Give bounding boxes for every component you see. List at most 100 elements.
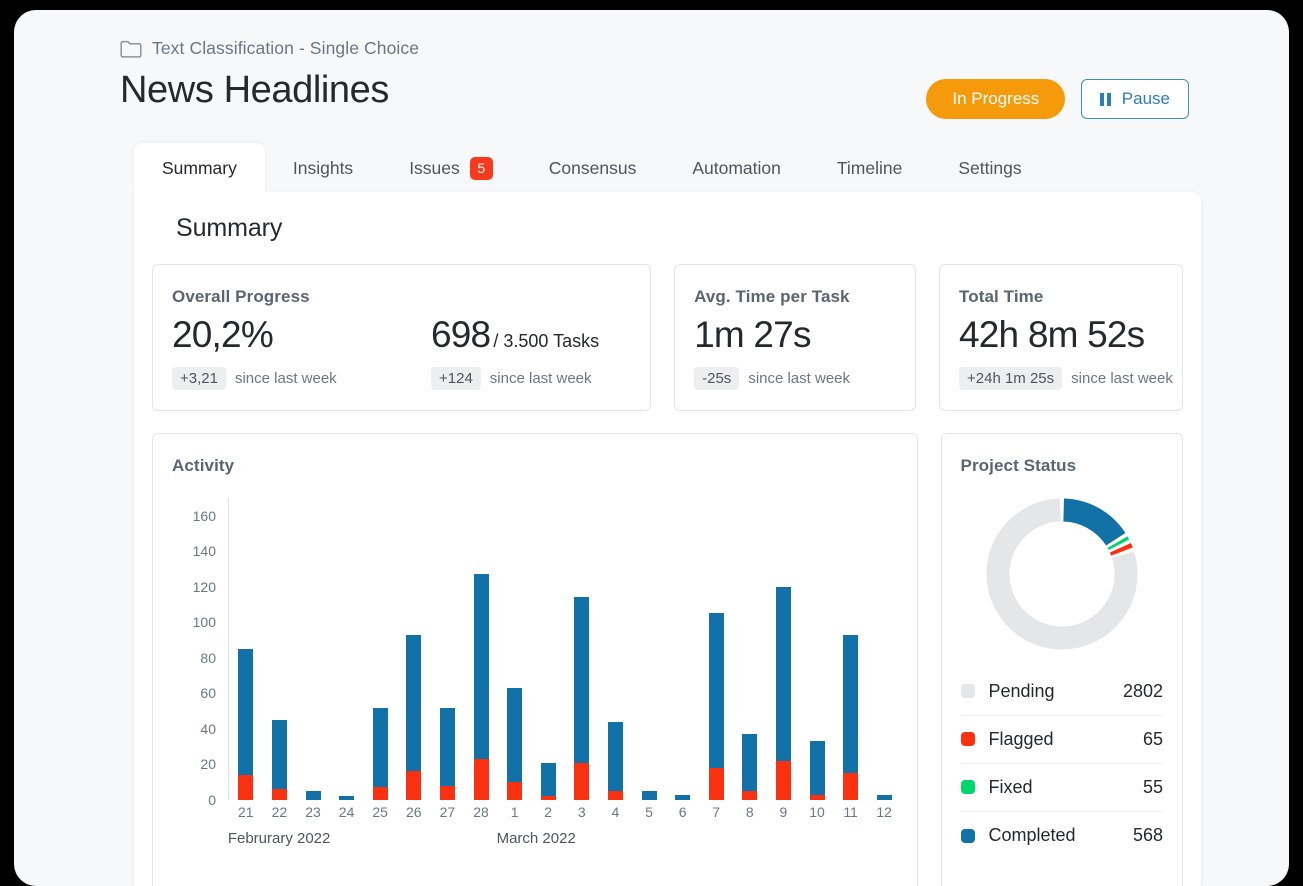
bar-column[interactable] — [530, 762, 566, 800]
legend-item[interactable]: Flagged 65 — [960, 716, 1163, 764]
y-axis-tick: 0 — [208, 791, 216, 808]
legend-label: Fixed — [988, 776, 1033, 797]
bar-segment-completed — [574, 597, 590, 763]
bar-segment-flagged — [406, 771, 422, 800]
bar-column[interactable] — [261, 719, 297, 800]
page-header: Text Classification - Single Choice News… — [14, 10, 1289, 119]
x-axis-tick: 11 — [843, 803, 858, 820]
tab-settings[interactable]: Settings — [930, 143, 1049, 193]
legend-item[interactable]: Completed 568 — [960, 812, 1163, 860]
bar-segment-flagged — [708, 767, 724, 800]
stat-metrics: 20,2% +3,21 since last week 698 / 3.500 … — [172, 314, 628, 390]
stat-card-total-time: Total Time 42h 8m 52s +24h 1m 25s since … — [939, 264, 1183, 411]
tab-label: Consensus — [548, 157, 637, 178]
bar-column[interactable] — [396, 634, 432, 800]
app-window: Text Classification - Single Choice News… — [14, 10, 1289, 886]
x-axis-tick: 25 — [372, 803, 388, 820]
bar-column[interactable] — [228, 648, 264, 800]
bar-column[interactable] — [329, 796, 365, 800]
tab-consensus[interactable]: Consensus — [521, 143, 665, 193]
folder-icon — [120, 39, 142, 58]
tab-label: Summary — [162, 157, 237, 178]
bar-column[interactable] — [698, 613, 734, 800]
bar-column[interactable] — [497, 688, 533, 800]
metric-delta-note: since last week — [489, 369, 592, 387]
x-axis-tick: 22 — [271, 803, 288, 820]
tab-label: Insights — [292, 157, 354, 178]
metric-delta-note: since last week — [1071, 369, 1173, 387]
y-axis-tick: 20 — [200, 756, 216, 773]
stat-card-avg-time-per-task: Avg. Time per Task 1m 27s -25s since las… — [674, 264, 916, 411]
tab-label: Settings — [958, 157, 1022, 178]
bar-segment-completed — [339, 796, 355, 800]
bar-segment-completed — [271, 719, 287, 790]
legend-label: Flagged — [988, 728, 1054, 749]
bar-segment-flagged — [238, 775, 254, 800]
pause-button[interactable]: Pause — [1081, 79, 1189, 119]
metric-delta: +24h 1m 25s — [959, 366, 1063, 390]
x-axis-tick: 26 — [406, 803, 422, 820]
bar-segment-flagged — [507, 782, 523, 800]
donut-segment-fixed[interactable] — [1107, 536, 1129, 550]
bar-segment-completed — [507, 688, 523, 783]
header-actions: In Progress Pause — [926, 69, 1189, 119]
bar-column[interactable] — [362, 707, 398, 800]
tab-summary[interactable]: Summary — [134, 143, 265, 193]
bar-column[interactable] — [732, 734, 768, 800]
legend-value: 65 — [1142, 728, 1163, 749]
legend-item[interactable]: Pending 2802 — [960, 668, 1163, 716]
legend-label: Completed — [988, 825, 1076, 846]
title-row: News Headlines In Progress Pause — [120, 69, 1189, 119]
x-axis-tick: 2 — [544, 803, 553, 820]
donut-segment-flagged[interactable] — [1109, 542, 1133, 556]
y-axis-tick: 160 — [192, 507, 216, 524]
bar-column[interactable] — [765, 586, 801, 800]
bar-segment-flagged — [473, 759, 489, 800]
legend-color-swatch — [960, 828, 975, 843]
x-axis-tick: 28 — [473, 803, 489, 820]
tab-insights[interactable]: Insights — [265, 143, 381, 193]
bar-segment-flagged — [843, 773, 859, 800]
tab-timeline[interactable]: Timeline — [809, 143, 930, 193]
pause-button-label: Pause — [1121, 89, 1170, 108]
x-axis-tick: 9 — [779, 803, 788, 820]
legend-color-swatch — [960, 684, 975, 699]
x-axis-tick: 3 — [577, 803, 586, 820]
x-axis-tick: 6 — [678, 803, 687, 820]
bar-column[interactable] — [833, 634, 869, 800]
tab-label: Issues — [409, 157, 460, 178]
y-axis-tick: 60 — [200, 685, 216, 702]
chart-y-axis: 0 20 40 60 80 100 120 140 160 — [172, 498, 216, 808]
bar-segment-flagged — [775, 760, 791, 800]
tab-badge-count: 5 — [469, 156, 493, 180]
bar-segment-flagged — [372, 787, 388, 800]
bar-column[interactable] — [631, 791, 667, 800]
x-axis-tick: 12 — [876, 803, 892, 820]
metric-delta: +124 — [431, 366, 481, 390]
bar-column[interactable] — [295, 791, 331, 800]
legend-value: 568 — [1132, 825, 1163, 846]
bar-column[interactable] — [429, 707, 465, 800]
bar-column[interactable] — [463, 574, 499, 800]
donut-segment-completed[interactable] — [1062, 498, 1126, 546]
tab-issues[interactable]: Issues 5 — [381, 143, 521, 193]
tab-automation[interactable]: Automation — [664, 143, 809, 193]
bar-segment-completed — [641, 791, 657, 800]
bar-column[interactable] — [597, 721, 633, 800]
y-axis-tick: 100 — [192, 614, 216, 631]
metric-task-count: 698 / 3.500 Tasks +124 since last week — [431, 314, 599, 390]
metric-delta-note: since last week — [234, 369, 337, 387]
bar-segment-completed — [439, 707, 455, 786]
bar-segment-completed — [607, 721, 623, 792]
bar-column[interactable] — [564, 597, 600, 800]
metric-total-time: 42h 8m 52s +24h 1m 25s since last week — [959, 314, 1173, 390]
chart-month-labels: Februrary 2022 March 2022 — [228, 830, 901, 852]
bar-column[interactable] — [665, 794, 701, 800]
y-axis-tick: 80 — [200, 649, 216, 666]
stat-card-label: Avg. Time per Task — [694, 287, 850, 306]
status-badge-in-progress[interactable]: In Progress — [926, 79, 1066, 119]
breadcrumb[interactable]: Text Classification - Single Choice — [120, 36, 1189, 60]
bar-column[interactable] — [866, 794, 902, 800]
bar-column[interactable] — [799, 741, 835, 800]
legend-item[interactable]: Fixed 55 — [960, 764, 1163, 812]
